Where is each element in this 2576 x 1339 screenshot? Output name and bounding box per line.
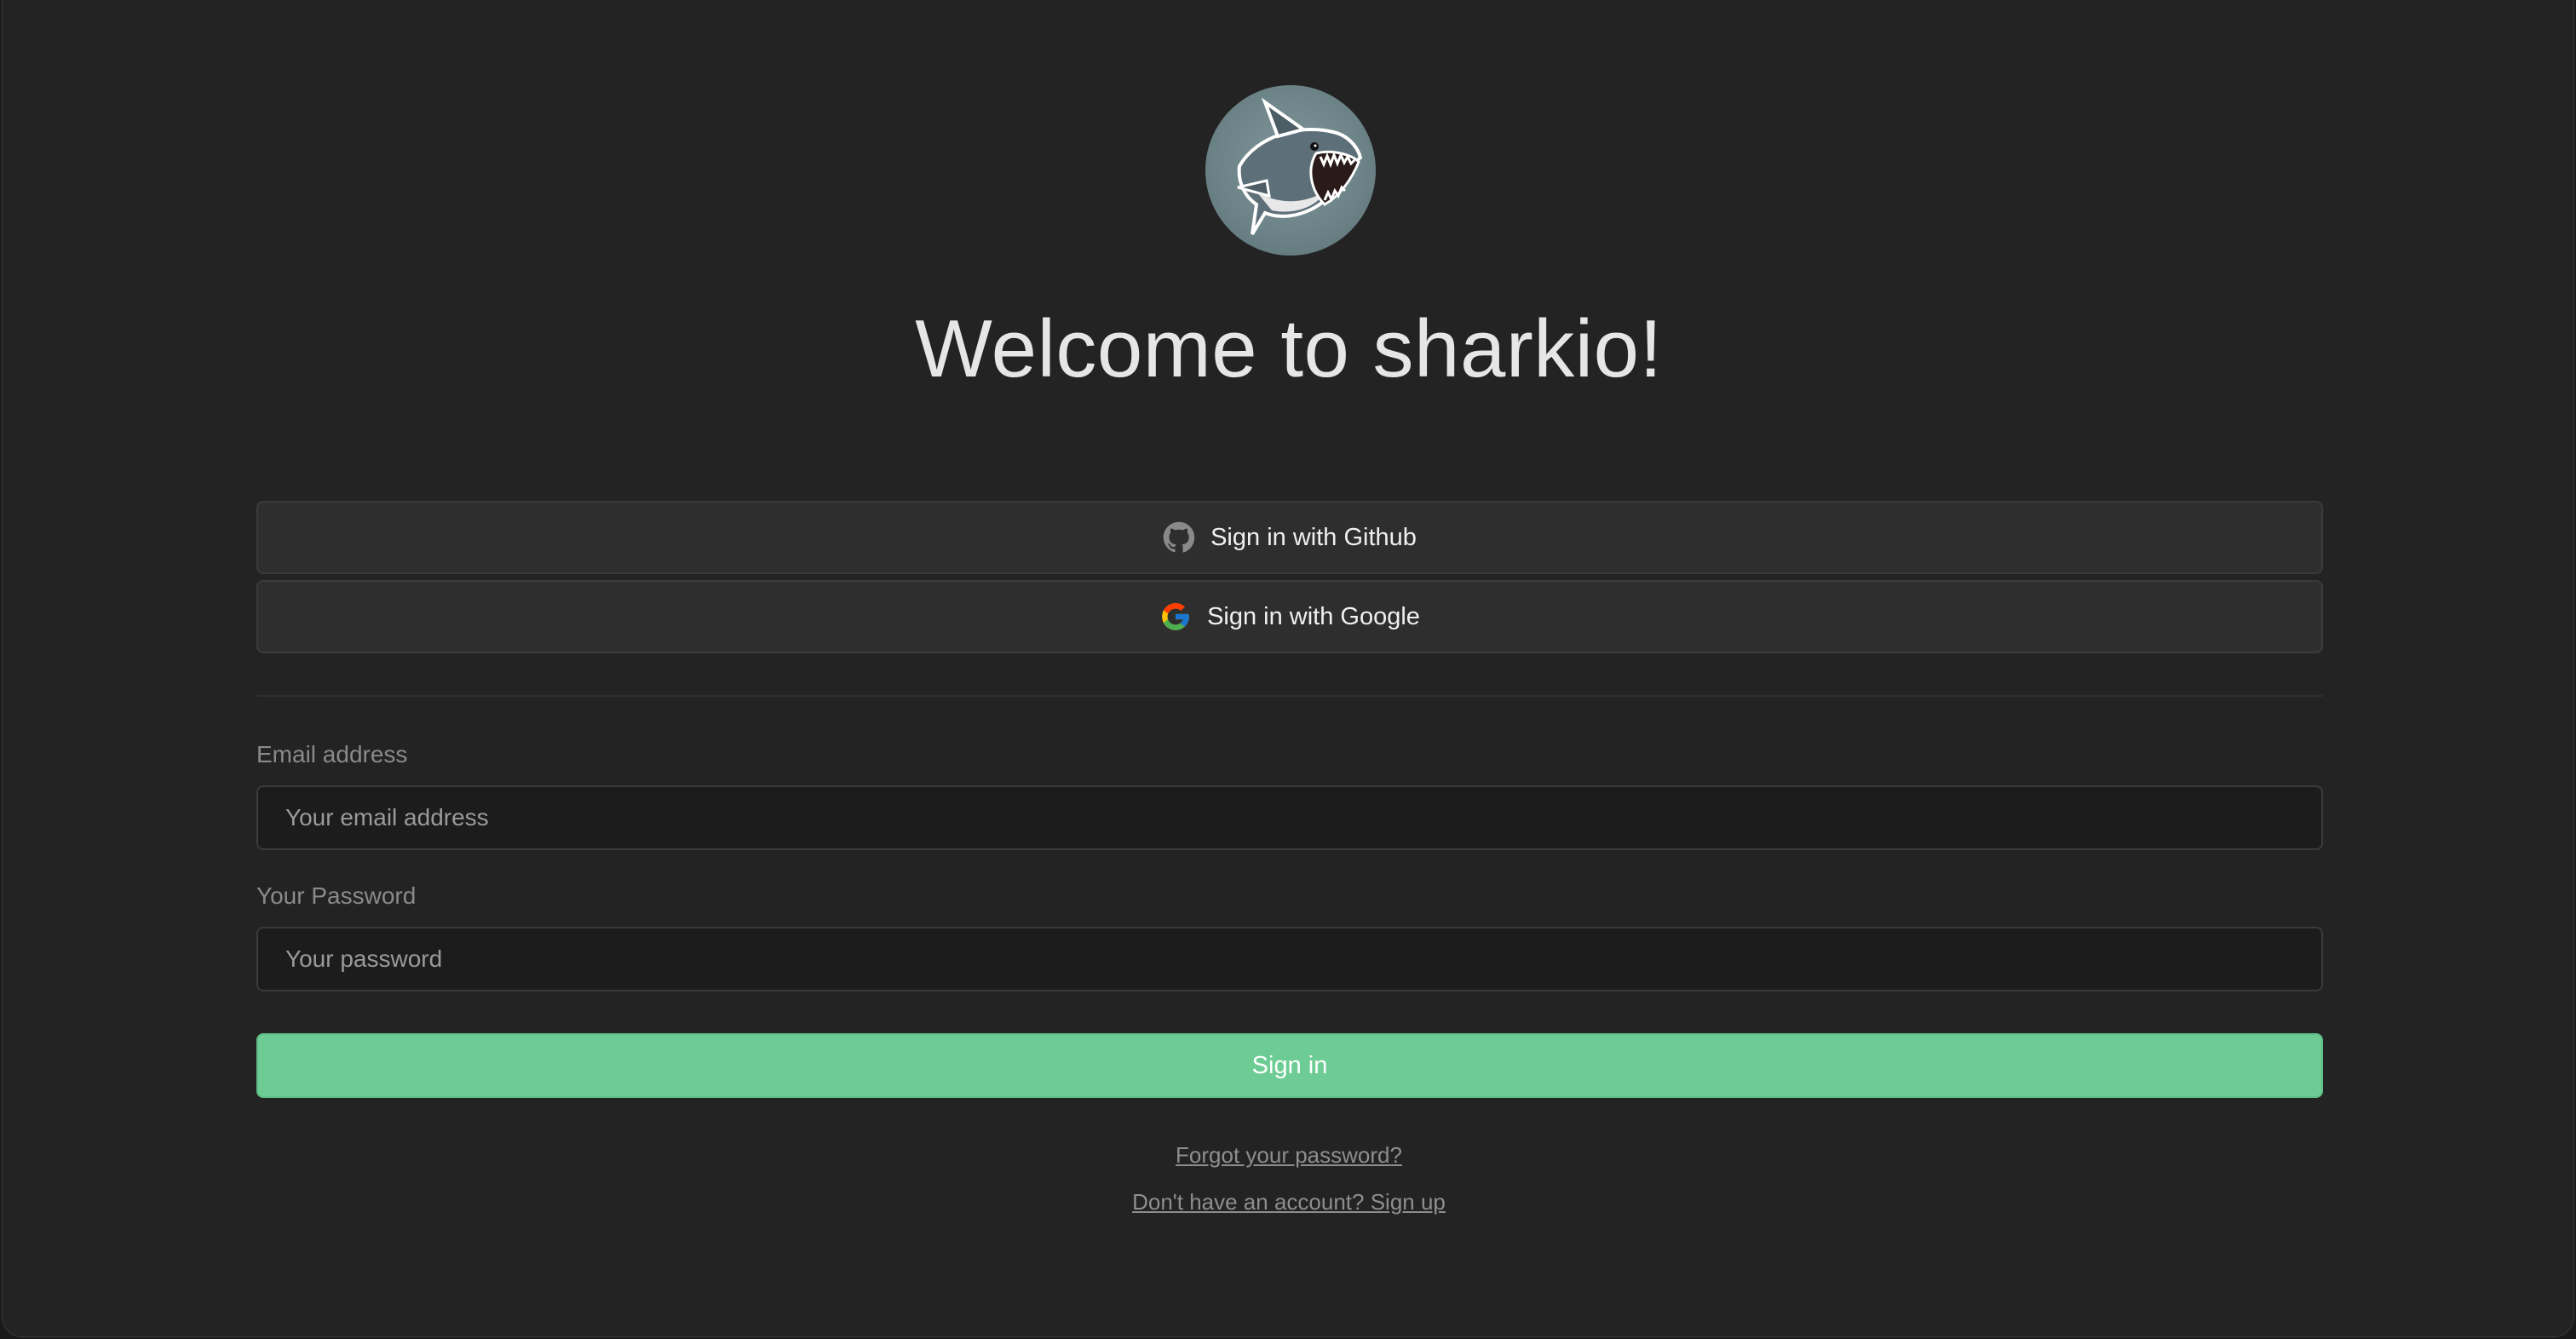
divider: [256, 695, 2323, 697]
github-signin-button[interactable]: Sign in with Github: [256, 501, 2323, 574]
signup-link[interactable]: Don't have an account? Sign up: [3, 1189, 2575, 1215]
github-icon: [1163, 521, 1195, 554]
shark-logo-icon: [1205, 85, 1376, 256]
login-page: Welcome to sharkio! Sign in with Github …: [2, 0, 2574, 1337]
google-signin-label: Sign in with Google: [1207, 602, 1420, 630]
email-label: Email address: [256, 741, 408, 767]
page-title: Welcome to sharkio!: [915, 303, 1663, 394]
google-signin-button[interactable]: Sign in with Google: [256, 580, 2323, 653]
email-input[interactable]: [256, 785, 2323, 850]
google-icon: [1159, 601, 1192, 633]
signin-button[interactable]: Sign in: [256, 1033, 2323, 1098]
password-label: Your Password: [256, 882, 417, 909]
password-input[interactable]: [256, 927, 2323, 991]
forgot-password-link[interactable]: Forgot your password?: [3, 1142, 2575, 1169]
github-signin-label: Sign in with Github: [1210, 523, 1417, 551]
